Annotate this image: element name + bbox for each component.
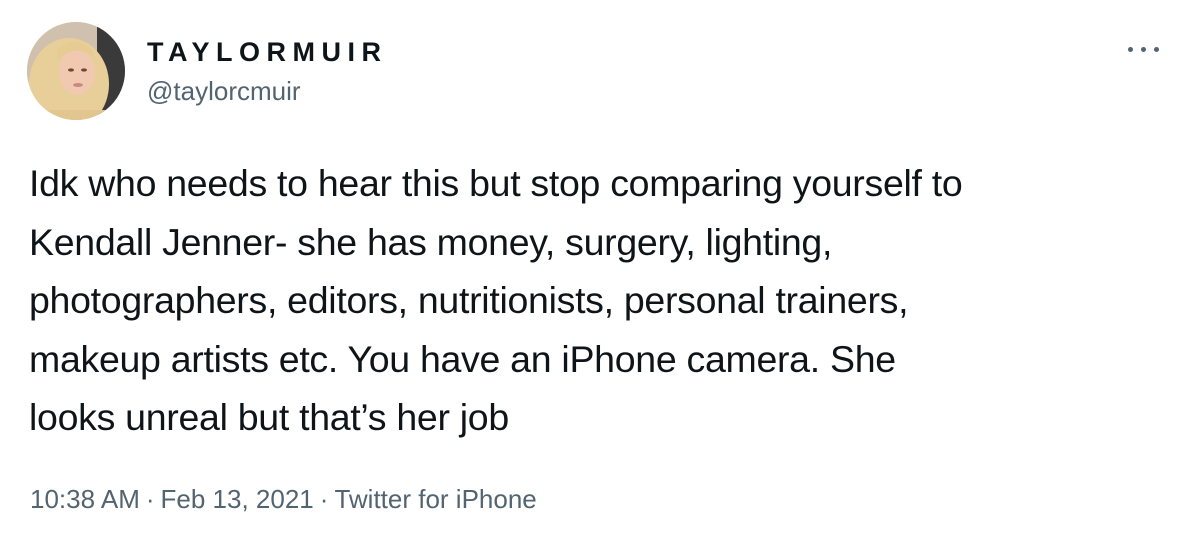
tweet-text: Idk who needs to hear this but stop comp… xyxy=(29,154,1179,447)
author-handle[interactable]: @taylorcmuir xyxy=(147,76,301,106)
more-options-button[interactable] xyxy=(1122,38,1166,62)
more-horizontal-icon xyxy=(1141,47,1146,52)
avatar[interactable] xyxy=(27,22,125,120)
tweet-text-line: photographers, editors, nutritionists, p… xyxy=(29,279,909,321)
more-horizontal-icon xyxy=(1128,47,1133,52)
meta-separator: · xyxy=(145,484,155,514)
tweet-time[interactable]: 10:38 AM xyxy=(30,484,140,514)
meta-separator: · xyxy=(319,484,329,514)
tweet-source-link[interactable]: Twitter for iPhone xyxy=(334,484,536,514)
author-display-name[interactable]: TAYLORMUIR xyxy=(147,36,388,68)
tweet-text-line: makeup artists etc. You have an iPhone c… xyxy=(29,337,896,380)
tweet-text-line: Idk who needs to hear this but stop comp… xyxy=(29,162,963,204)
tweet-text-line: Kendall Jenner- she has money, surgery, … xyxy=(29,220,833,263)
avatar-image xyxy=(27,22,125,120)
more-horizontal-icon xyxy=(1154,47,1159,52)
tweet-text-line: looks unreal but that’s her job xyxy=(29,396,509,438)
tweet-card: TAYLORMUIR @taylorcmuir Idk who needs to… xyxy=(0,0,1192,546)
tweet-date[interactable]: Feb 13, 2021 xyxy=(161,484,314,514)
tweet-metadata: 10:38 AM · Feb 13, 2021 · Twitter for iPhone xyxy=(30,482,537,516)
